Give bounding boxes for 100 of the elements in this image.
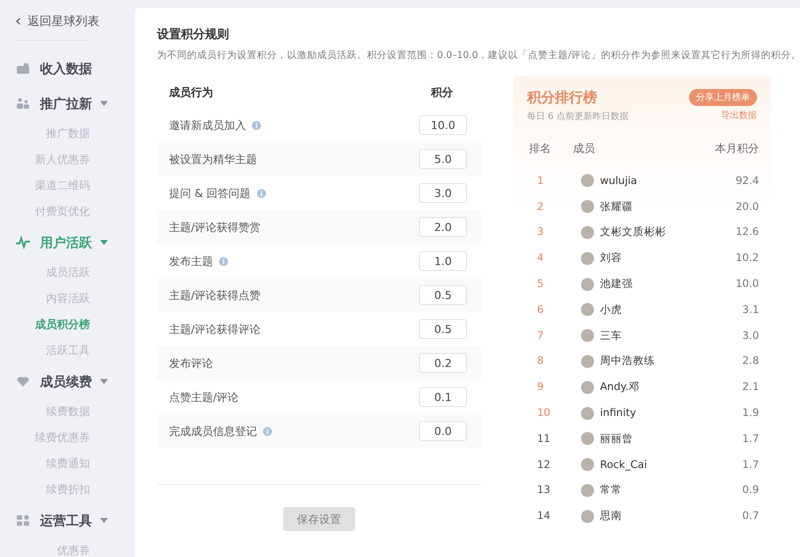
sidebar-item[interactable]: 成员活跃 bbox=[0, 260, 90, 286]
member-name: 小虎 bbox=[600, 302, 622, 317]
sidebar-item[interactable]: 付费页优化 bbox=[0, 199, 90, 225]
score-value: 0.9 bbox=[741, 484, 759, 496]
score-value: 12.6 bbox=[734, 226, 759, 238]
avatar bbox=[581, 484, 594, 497]
points-field[interactable]: 1.0 bbox=[419, 251, 467, 271]
sidebar-item[interactable]: 续费数据 bbox=[0, 399, 90, 425]
rank-number: 13 bbox=[536, 484, 552, 496]
sidebar-group[interactable]: 收入数据 bbox=[0, 51, 135, 86]
rank-number: 1 bbox=[536, 174, 545, 187]
sidebar-group[interactable]: 推广拉新 bbox=[0, 86, 135, 121]
score-value: 3.1 bbox=[741, 304, 759, 316]
points-field[interactable]: 0.5 bbox=[419, 319, 467, 339]
rank-number: 4 bbox=[536, 252, 545, 264]
member-name: 刘容 bbox=[600, 251, 622, 266]
action-label: 被设置为精华主题 bbox=[169, 152, 257, 166]
member-name: 丽丽曾 bbox=[600, 432, 633, 446]
sidebar-item[interactable]: 续费通知 bbox=[0, 451, 90, 477]
rank-number: 8 bbox=[536, 355, 545, 368]
wallet-icon bbox=[16, 62, 30, 75]
points-field[interactable]: 0.0 bbox=[419, 421, 467, 441]
info-icon[interactable] bbox=[256, 188, 266, 198]
action-label: 完成成员信息登记 bbox=[169, 424, 257, 438]
sidebar-item[interactable]: 成员积分榜 bbox=[0, 312, 90, 338]
points-field[interactable]: 0.5 bbox=[419, 285, 467, 305]
points-field[interactable]: 0.2 bbox=[419, 353, 467, 373]
column-header: 积分 bbox=[431, 84, 453, 100]
points-field[interactable]: 3.0 bbox=[419, 183, 467, 203]
back-link[interactable]: ‹ 返回星球列表 bbox=[15, 12, 135, 30]
action-label: 提问 & 回答问题 bbox=[169, 186, 251, 200]
share-button[interactable]: 分享上月榜单 bbox=[689, 89, 757, 106]
member-name: Andy.邓 bbox=[600, 380, 640, 394]
sidebar-item[interactable]: 内容活跃 bbox=[0, 286, 90, 312]
sidebar-item[interactable]: 新人优惠券 bbox=[0, 147, 90, 173]
member-name: 三车 bbox=[600, 328, 622, 343]
diamond-icon bbox=[16, 375, 30, 388]
column-header: 排名 bbox=[529, 140, 552, 156]
avatar bbox=[581, 174, 594, 188]
rank-number: 5 bbox=[536, 278, 545, 290]
sidebar-item[interactable]: 推广数据 bbox=[0, 121, 90, 147]
column-header: 成员 bbox=[573, 140, 596, 156]
score-value: 2.1 bbox=[741, 381, 759, 394]
score-value: 1.9 bbox=[741, 407, 759, 420]
avatar bbox=[581, 252, 594, 265]
member-name: 思南 bbox=[600, 509, 622, 524]
rank-number: 7 bbox=[536, 330, 545, 342]
rank-number: 11 bbox=[536, 432, 552, 445]
member-name: wulujia bbox=[600, 174, 638, 187]
grid-icon bbox=[16, 514, 30, 527]
member-name: 池建强 bbox=[600, 277, 633, 292]
points-field[interactable]: 0.1 bbox=[419, 387, 467, 407]
update-note: 每日 6 点前更新昨日数据 bbox=[527, 110, 628, 123]
points-field[interactable]: 10.0 bbox=[419, 115, 467, 135]
avatar bbox=[581, 329, 594, 342]
avatar bbox=[581, 200, 594, 214]
avatar bbox=[581, 278, 594, 291]
column-header: 成员行为 bbox=[169, 84, 213, 100]
sidebar-group[interactable]: 用户活跃 bbox=[0, 225, 135, 260]
info-icon[interactable] bbox=[263, 426, 272, 436]
action-label: 主题/评论获得点赞 bbox=[169, 288, 261, 302]
avatar bbox=[581, 406, 594, 420]
sidebar-group[interactable]: 成员续费 bbox=[0, 364, 135, 399]
member-name: 文彬文质彬彬 bbox=[600, 225, 666, 240]
score-value: 1.7 bbox=[741, 432, 759, 445]
sidebar-item[interactable]: 优惠券 bbox=[0, 538, 90, 557]
people-icon bbox=[16, 97, 30, 110]
sidebar-group[interactable]: 运营工具 bbox=[0, 503, 135, 538]
caret-icon bbox=[100, 379, 108, 384]
action-label: 邀请新成员加入 bbox=[169, 118, 246, 132]
caret-icon bbox=[100, 240, 108, 245]
member-name: 常常 bbox=[600, 483, 622, 498]
info-icon[interactable] bbox=[252, 120, 261, 130]
caret-icon bbox=[100, 518, 108, 523]
rank-number: 6 bbox=[536, 304, 545, 316]
rank-number: 2 bbox=[536, 200, 545, 213]
description-text: 为不同的成员行为设置积分，以激励成员活跃。积分设置范围：0.0–10.0，建议以「点赞主题/评论」的积分作为参照来设置其它行为所得的积分。 bbox=[157, 49, 800, 62]
sidebar-item[interactable]: 渠道二维码 bbox=[0, 173, 90, 199]
avatar bbox=[581, 380, 594, 394]
column-header: 本月积分 bbox=[714, 140, 759, 156]
caret-icon bbox=[100, 101, 108, 106]
sidebar-item[interactable]: 续费优惠券 bbox=[0, 425, 90, 451]
score-value: 10.0 bbox=[734, 278, 759, 290]
avatar bbox=[581, 303, 594, 316]
sidebar-item[interactable]: 活跃工具 bbox=[0, 338, 90, 364]
action-label: 发布评论 bbox=[169, 356, 213, 370]
score-value: 3.0 bbox=[741, 330, 759, 342]
score-value: 1.7 bbox=[741, 458, 759, 471]
points-field[interactable]: 2.0 bbox=[419, 217, 467, 237]
info-icon[interactable] bbox=[219, 256, 228, 266]
action-label: 主题/评论获得评论 bbox=[169, 322, 261, 336]
rank-number: 9 bbox=[536, 381, 545, 394]
member-name: infinity bbox=[600, 407, 636, 420]
sidebar-item[interactable]: 续费折扣 bbox=[0, 477, 90, 503]
action-label: 点赞主题/评论 bbox=[169, 390, 239, 404]
points-field[interactable]: 5.0 bbox=[419, 149, 467, 169]
rank-number: 12 bbox=[536, 458, 552, 471]
export-link[interactable]: 导出数据 bbox=[721, 109, 757, 122]
member-name: Rock_Cai bbox=[600, 458, 648, 471]
avatar bbox=[581, 354, 594, 368]
